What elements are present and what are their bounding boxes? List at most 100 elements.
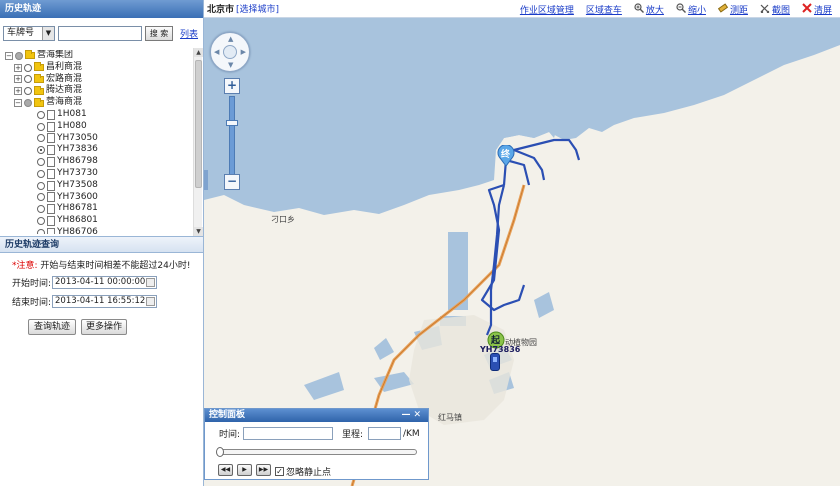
tree-vehicle-item[interactable]: 1H081 xyxy=(5,109,191,121)
tree-vehicle-item[interactable]: YH86706 xyxy=(5,227,191,234)
tree-group-item[interactable]: − 营海集团 xyxy=(5,50,191,62)
end-marker[interactable]: 终 xyxy=(497,144,515,167)
zoom-in-button[interactable]: + xyxy=(224,78,240,94)
zoom-slider-knob[interactable] xyxy=(226,120,238,126)
folder-icon xyxy=(34,97,44,107)
end-time-value: 2013-04-11 16:55:12 xyxy=(55,296,146,306)
tree-vehicle-item[interactable]: YH73730 xyxy=(5,168,191,180)
expand-toggle-icon[interactable]: − xyxy=(5,51,13,60)
map-tool-3[interactable]: 缩小 xyxy=(676,2,706,16)
minimize-icon[interactable]: — xyxy=(401,410,413,420)
radio-button[interactable] xyxy=(37,193,45,202)
tree-vehicle-item[interactable]: YH73508 xyxy=(5,180,191,192)
tree-scrollbar[interactable]: ▲ ▼ xyxy=(193,48,203,236)
tree-group-item[interactable]: + 昌利商混 xyxy=(5,62,191,74)
tree-vehicle-item[interactable]: YH73836 xyxy=(5,144,191,156)
play-button[interactable]: ▶ xyxy=(237,464,252,476)
panel-collapse-handle[interactable] xyxy=(204,170,208,190)
search-button[interactable]: 搜 索 xyxy=(145,25,173,41)
pan-left-icon[interactable]: ◀ xyxy=(214,48,219,56)
search-input[interactable] xyxy=(58,25,142,41)
tree-group-item[interactable]: + 腾达商混 xyxy=(5,85,191,97)
query-track-button[interactable]: 查询轨迹 xyxy=(28,319,76,335)
tree-group-item[interactable]: − 营海商混 xyxy=(5,97,191,109)
pan-up-icon[interactable]: ▲ xyxy=(228,35,233,43)
radio-button[interactable] xyxy=(37,169,45,178)
pan-right-icon[interactable]: ▶ xyxy=(241,48,246,56)
pan-center-icon[interactable] xyxy=(223,45,237,59)
radio-button[interactable] xyxy=(24,87,32,96)
partial-select-icon[interactable] xyxy=(15,51,23,60)
expand-toggle-icon[interactable]: + xyxy=(14,75,22,84)
zoom-in-icon xyxy=(634,2,644,16)
vehicle-doc-icon xyxy=(47,133,55,144)
expand-toggle-icon[interactable]: + xyxy=(14,87,22,96)
radio-button[interactable] xyxy=(37,158,45,167)
select-city-link[interactable]: [选择城市] xyxy=(236,2,279,15)
radio-button[interactable] xyxy=(24,63,32,72)
radio-button[interactable] xyxy=(37,110,45,119)
tree-vehicle-item[interactable]: YH73600 xyxy=(5,192,191,204)
fast-forward-button[interactable]: ▶▶ xyxy=(256,464,271,476)
playback-slider[interactable] xyxy=(217,449,417,455)
scroll-down-icon[interactable]: ▼ xyxy=(194,227,203,236)
query-note: *注意: 开始与结束时间相差不能超过24小时! xyxy=(12,258,190,271)
start-time-value: 2013-04-11 00:00:00 xyxy=(55,277,146,287)
map-tool-5[interactable]: 截图 xyxy=(760,3,790,16)
chevron-down-icon: ▼ xyxy=(42,26,54,40)
start-time-row: 开始时间: 2013-04-11 00:00:00 xyxy=(12,276,157,289)
tree-item-label: YH86706 xyxy=(57,226,98,234)
map-tool-label: 截图 xyxy=(771,5,790,16)
time-field[interactable] xyxy=(243,427,333,440)
folder-icon xyxy=(34,73,44,83)
folder-icon xyxy=(25,50,35,60)
radio-button[interactable] xyxy=(37,205,45,214)
tree-vehicle-item[interactable]: YH86798 xyxy=(5,156,191,168)
calendar-icon[interactable] xyxy=(146,278,155,287)
vehicle-icon xyxy=(493,357,497,362)
expand-toggle-icon[interactable]: + xyxy=(14,63,22,72)
map-tool-2[interactable]: 放大 xyxy=(634,2,664,16)
tree-item-label: YH73600 xyxy=(57,191,98,202)
ignore-stop-checkbox[interactable]: ✓ xyxy=(275,467,284,476)
zoom-slider-track[interactable] xyxy=(229,96,235,176)
mileage-field[interactable] xyxy=(368,427,401,440)
map-tool-1[interactable]: 区域查车 xyxy=(586,3,622,16)
calendar-icon[interactable] xyxy=(146,297,155,306)
more-actions-button[interactable]: 更多操作 xyxy=(81,319,127,335)
radio-button[interactable] xyxy=(24,75,32,84)
pan-control[interactable]: ▲ ▼ ◀ ▶ xyxy=(210,32,250,72)
tree-group-item[interactable]: + 宏路商混 xyxy=(5,74,191,86)
radio-button[interactable] xyxy=(37,122,45,131)
tree-vehicle-item[interactable]: 1H080 xyxy=(5,121,191,133)
map-tool-4[interactable]: 测距 xyxy=(717,2,748,16)
tree-vehicle-item[interactable]: YH86781 xyxy=(5,203,191,215)
vehicle-doc-icon xyxy=(47,157,55,168)
pan-down-icon[interactable]: ▼ xyxy=(228,61,233,69)
radio-button[interactable] xyxy=(37,217,45,226)
start-time-input[interactable]: 2013-04-11 00:00:00 xyxy=(52,276,157,289)
tree-vehicle-item[interactable]: YH86801 xyxy=(5,215,191,227)
map-tool-0[interactable]: 作业区域管理 xyxy=(520,3,574,16)
zoom-out-button[interactable]: − xyxy=(224,174,240,190)
partial-select-icon[interactable] xyxy=(24,99,32,108)
expand-toggle-icon[interactable]: − xyxy=(14,99,22,108)
tree-item-label: YH73508 xyxy=(57,179,98,190)
map-tool-6[interactable]: 清屏 xyxy=(802,2,832,16)
end-time-input[interactable]: 2013-04-11 16:55:12 xyxy=(52,295,157,308)
list-link[interactable]: 列表 xyxy=(180,27,198,40)
playback-slider-knob[interactable] xyxy=(216,447,224,457)
vehicle-marker[interactable] xyxy=(490,353,500,371)
tree-vehicle-item[interactable]: YH73050 xyxy=(5,133,191,145)
radio-button[interactable] xyxy=(37,146,45,155)
radio-button[interactable] xyxy=(37,181,45,190)
close-icon[interactable]: ✕ xyxy=(413,410,424,420)
start-time-label: 开始时间: xyxy=(12,279,52,289)
radio-button[interactable] xyxy=(37,134,45,143)
search-type-select[interactable]: 车牌号 ▼ xyxy=(3,25,55,41)
vehicle-doc-icon xyxy=(47,168,55,179)
scroll-thumb[interactable] xyxy=(195,60,202,188)
radio-button[interactable] xyxy=(37,228,45,234)
rewind-button[interactable]: ◀◀ xyxy=(218,464,233,476)
scroll-up-icon[interactable]: ▲ xyxy=(194,48,203,57)
